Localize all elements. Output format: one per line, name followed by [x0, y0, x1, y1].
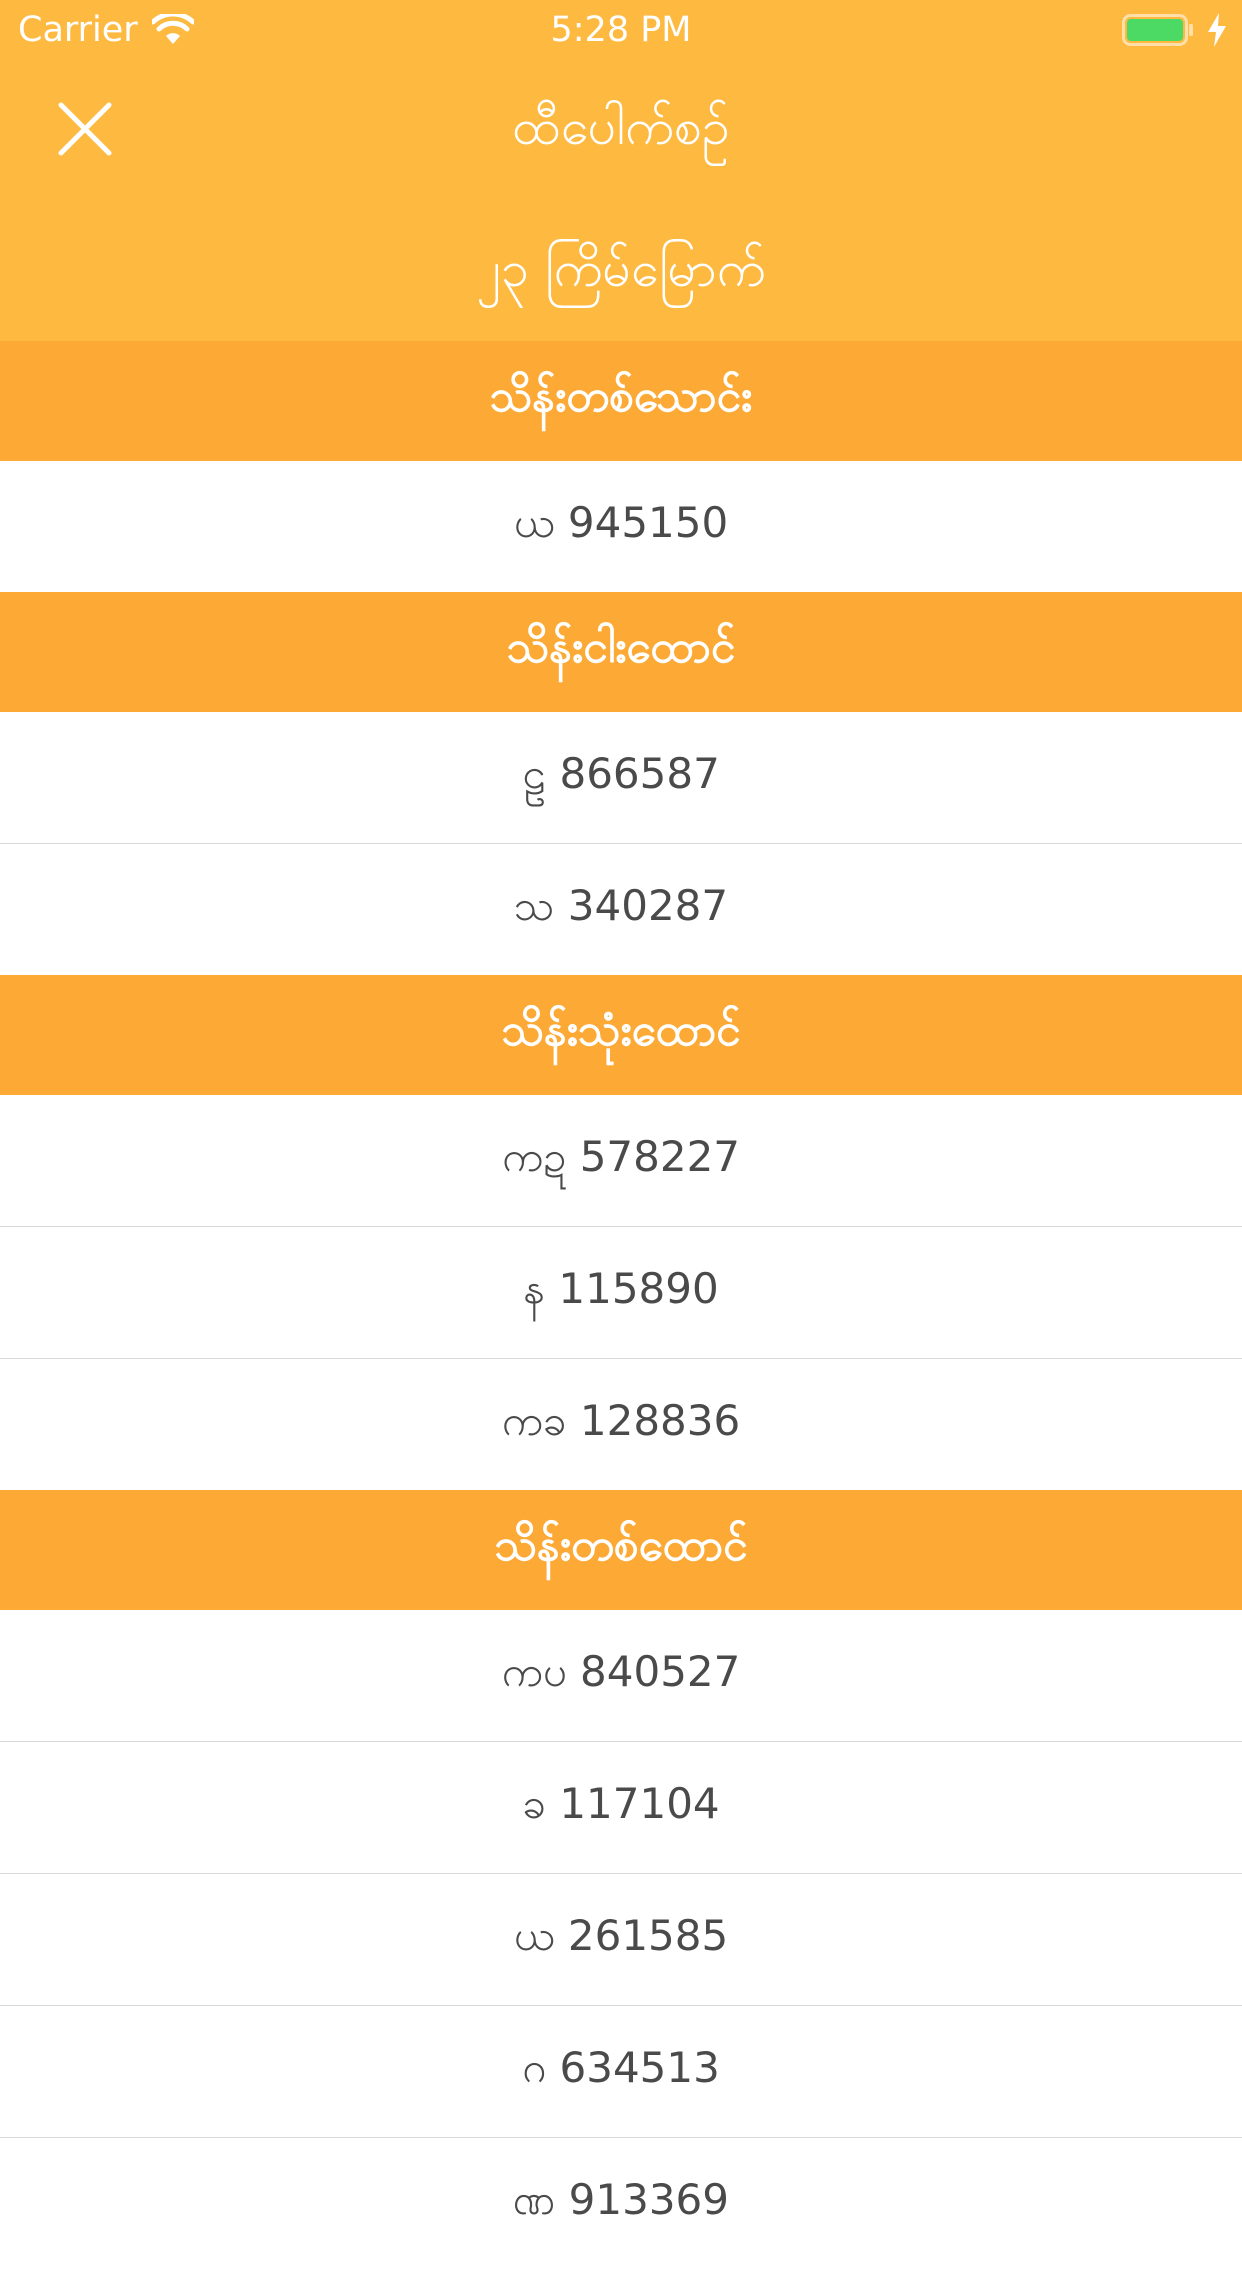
section-header-prize-4: သိန်းတစ်ထောင် — [0, 1490, 1242, 1610]
ticket-row[interactable]: သ 340287 — [0, 844, 1242, 975]
ticket-row[interactable]: ဠ 866587 — [0, 712, 1242, 844]
battery-icon — [1122, 14, 1193, 46]
results-list[interactable]: သိန်းတစ်သောင်း ယ 945150 သိန်းငါးထောင် ဠ … — [0, 341, 1242, 2269]
section-header-prize-2: သိန်းငါးထောင် — [0, 592, 1242, 712]
close-icon[interactable] — [57, 101, 113, 157]
ticket-row[interactable]: ယ 945150 — [0, 461, 1242, 592]
ticket-row[interactable]: ဂ 634513 — [0, 2006, 1242, 2138]
bolt-icon — [1208, 13, 1226, 47]
ticket-row[interactable]: ဏ 913369 — [0, 2138, 1242, 2269]
ticket-row[interactable]: ကခ 128836 — [0, 1359, 1242, 1490]
header-bar: Carrier 5:28 PM ထီပေါက်စဉ် ၂၃ ကြိမ်မြောက… — [0, 0, 1242, 341]
ticket-row[interactable]: ကဍ 578227 — [0, 1095, 1242, 1227]
section-header-prize-1: သိန်းတစ်သောင်း — [0, 341, 1242, 461]
draw-number-label: ၂၃ ကြိမ်မြောက် — [476, 240, 766, 298]
clock-time: 5:28 PM — [550, 10, 692, 50]
ticket-row[interactable]: ကပ 840527 — [0, 1610, 1242, 1742]
section-header-prize-3: သိန်းသုံးထောင် — [0, 975, 1242, 1095]
status-bar: Carrier 5:28 PM — [0, 0, 1242, 60]
ticket-row[interactable]: န 115890 — [0, 1227, 1242, 1359]
page-title: ထီပေါက်စဉ် — [512, 98, 730, 156]
ticket-row[interactable]: ခ 117104 — [0, 1742, 1242, 1874]
ticket-row[interactable]: ယ 261585 — [0, 1874, 1242, 2006]
close-button[interactable] — [40, 84, 130, 174]
